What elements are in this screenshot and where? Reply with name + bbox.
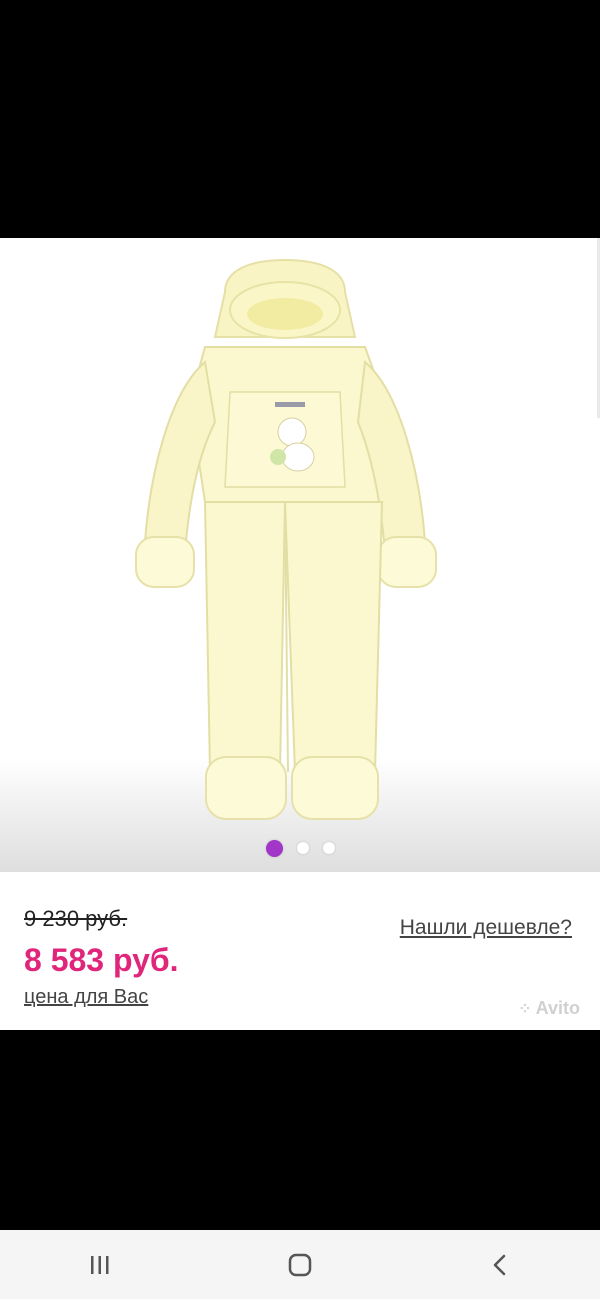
price-for-you-link[interactable]: цена для Вас	[24, 986, 148, 1009]
screen: 9 230 руб. 8 583 руб. цена для Вас Нашли…	[0, 0, 600, 1299]
product-card: 9 230 руб. 8 583 руб. цена для Вас Нашли…	[0, 238, 600, 1030]
gallery-pagination	[0, 838, 600, 858]
letterbox-top	[0, 0, 600, 238]
product-image	[135, 258, 437, 820]
recent-apps-icon	[91, 1255, 109, 1274]
found-cheaper-link[interactable]: Нашли дешевле?	[400, 916, 572, 940]
product-gallery[interactable]	[0, 238, 600, 872]
old-price: 9 230 руб.	[24, 906, 128, 931]
pagination-dot-active[interactable]	[265, 839, 283, 857]
letterbox-bottom	[0, 1030, 600, 1230]
price-section: 9 230 руб. 8 583 руб. цена для Вас Нашли…	[0, 872, 600, 1030]
recent-apps-button[interactable]	[70, 1235, 130, 1295]
pagination-dot[interactable]	[296, 842, 309, 854]
watermark-text: Avito	[535, 998, 580, 1018]
home-button[interactable]	[270, 1235, 330, 1295]
home-icon	[288, 1253, 312, 1276]
paw-icon: ⁘	[518, 1000, 532, 1018]
system-navigation-bar	[0, 1230, 600, 1299]
avito-watermark: ⁘ Avito	[518, 998, 580, 1019]
pagination-dot[interactable]	[322, 842, 335, 854]
current-price: 8 583 руб.	[24, 942, 179, 978]
back-button[interactable]	[470, 1235, 530, 1295]
back-icon	[493, 1254, 506, 1275]
